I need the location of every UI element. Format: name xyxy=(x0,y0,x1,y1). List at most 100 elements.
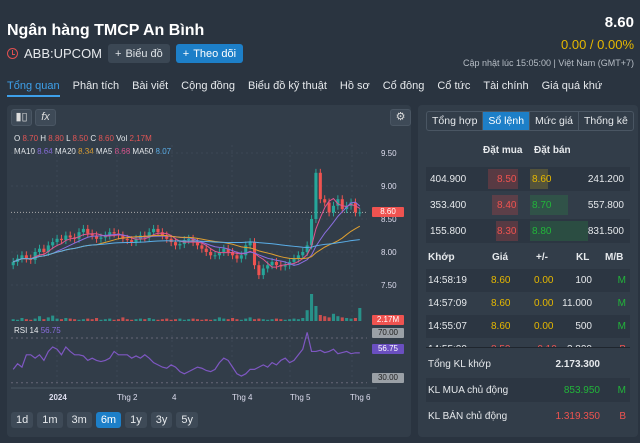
candle xyxy=(77,232,81,239)
tf-1m[interactable]: 1m xyxy=(37,412,63,428)
symbol: ABB:UPCOM xyxy=(24,46,103,61)
candle xyxy=(270,261,274,266)
tab-articles[interactable]: Bài viết xyxy=(132,80,168,97)
volume-bar xyxy=(103,319,107,321)
order-panel: Tổng hợp Sổ lệnh Mức giá Thống kê Đặt mu… xyxy=(418,105,638,437)
col-change: +/- xyxy=(536,251,548,263)
trade-time: 14:55:07 xyxy=(428,321,467,332)
candle xyxy=(204,248,208,252)
candle xyxy=(200,245,204,249)
volume-bar xyxy=(187,319,191,321)
volume-bar xyxy=(349,318,353,321)
bid-price: 8.30 xyxy=(497,225,517,237)
active-buy-label: KL MUA chủ động xyxy=(428,384,509,396)
volume-bar xyxy=(353,318,357,321)
volume-bar xyxy=(288,319,292,321)
y-tick-label: 8.00 xyxy=(381,248,397,257)
volume-bar xyxy=(24,319,28,321)
volume-bar xyxy=(55,318,59,321)
volume-bar xyxy=(37,316,42,321)
tf-1y[interactable]: 1y xyxy=(125,412,147,428)
candle xyxy=(340,199,344,210)
tab-price-history[interactable]: Giá quá khứ xyxy=(542,80,603,97)
ma5-line xyxy=(13,197,361,268)
volume-bar xyxy=(248,317,252,321)
candle xyxy=(222,248,226,252)
tab-price-levels[interactable]: Mức giá xyxy=(529,112,578,130)
divider xyxy=(426,347,630,348)
volume-bar xyxy=(173,319,178,321)
candle xyxy=(235,255,239,259)
volume-bar xyxy=(46,317,50,321)
active-buy-side: M xyxy=(617,384,626,396)
tab-statistics[interactable]: Thống kê xyxy=(578,112,633,130)
volume-bar xyxy=(310,294,314,321)
tab-technical-chart[interactable]: Biểu đồ kỹ thuật xyxy=(248,80,327,97)
active-buy-value: 853.950 xyxy=(563,384,600,396)
volume-bar xyxy=(156,319,160,321)
ask-header: Đặt bán xyxy=(534,145,571,156)
trade-price: 8.60 xyxy=(491,275,511,286)
candle xyxy=(68,235,72,238)
candle xyxy=(353,202,357,213)
tab-summary[interactable]: Tổng hợp xyxy=(427,112,482,130)
ask-volume: 831.500 xyxy=(587,225,624,237)
candle xyxy=(305,245,309,252)
active-buy-row: KL MUA chủ động 853.950 M xyxy=(426,378,630,402)
volume-bar xyxy=(252,319,257,321)
total-row: Tổng KL khớp 2.173.300 xyxy=(426,352,630,376)
volume-bar xyxy=(305,310,309,321)
candle xyxy=(86,228,90,234)
active-sell-label: KL BÁN chủ động xyxy=(428,410,508,422)
order-book-row: 155.800 8.30 8.80 831.500 xyxy=(426,219,630,243)
tf-5y[interactable]: 5y xyxy=(176,412,198,428)
trade-price: 8.60 xyxy=(491,298,511,309)
volume-bar xyxy=(209,319,213,321)
volume-bar xyxy=(11,319,15,321)
symbol-row: ABB:UPCOM + Biểu đồ + Theo dõi xyxy=(7,44,244,63)
active-sell-row: KL BÁN chủ động 1.319.350 B xyxy=(426,404,630,428)
rsi-line xyxy=(12,332,360,377)
candle xyxy=(152,228,156,233)
candle xyxy=(323,199,327,203)
bid-volume: 155.800 xyxy=(430,225,467,237)
ask-price: 8.80 xyxy=(532,225,552,237)
bid-price: 8.40 xyxy=(497,199,517,211)
volume-bar xyxy=(108,318,112,321)
candle xyxy=(261,268,265,276)
follow-button[interactable]: + Theo dõi xyxy=(175,44,244,63)
candle xyxy=(318,172,322,200)
trade-volume: 100 xyxy=(575,275,592,286)
volume-bar xyxy=(301,318,305,321)
tab-financials[interactable]: Tài chính xyxy=(483,80,528,97)
candle xyxy=(99,237,103,239)
volume-bar xyxy=(138,318,142,321)
tf-1d[interactable]: 1d xyxy=(11,412,34,428)
candle xyxy=(248,242,252,246)
tab-dividends[interactable]: Cổ tức xyxy=(437,80,470,97)
candle xyxy=(11,261,15,266)
tab-shareholders[interactable]: Cổ đông xyxy=(383,80,425,97)
trade-time: 14:57:09 xyxy=(428,298,467,309)
order-book-row: 404.900 8.50 8.60 241.200 xyxy=(426,167,630,191)
candle xyxy=(274,261,278,266)
rsi-legend: RSI 14 56.75 xyxy=(14,326,61,335)
tab-order-book[interactable]: Sổ lệnh xyxy=(482,112,530,130)
volume-bar xyxy=(257,318,261,321)
tab-profile[interactable]: Hồ sơ xyxy=(340,80,370,97)
volume-bar xyxy=(283,319,287,321)
tab-overview[interactable]: Tổng quan xyxy=(7,80,60,97)
clock-icon xyxy=(7,48,18,59)
tf-6m[interactable]: 6m xyxy=(95,412,122,428)
volume-bar xyxy=(134,319,138,321)
tab-analysis[interactable]: Phân tích xyxy=(73,80,119,97)
volume-bar xyxy=(169,319,173,321)
tf-3m[interactable]: 3m xyxy=(66,412,92,428)
tf-3y[interactable]: 3y xyxy=(150,412,173,428)
price-chart[interactable]: 9.509.008.508.007.502024 Thg 2 4 Thg 4 Thg 5… xyxy=(7,105,411,405)
tab-community[interactable]: Cộng đồng xyxy=(181,80,235,97)
add-chart-button[interactable]: + Biểu đồ xyxy=(108,44,170,63)
trade-time: 14:58:19 xyxy=(428,275,467,286)
follow-label: Theo dõi xyxy=(193,47,237,60)
volume-bar xyxy=(125,319,129,321)
